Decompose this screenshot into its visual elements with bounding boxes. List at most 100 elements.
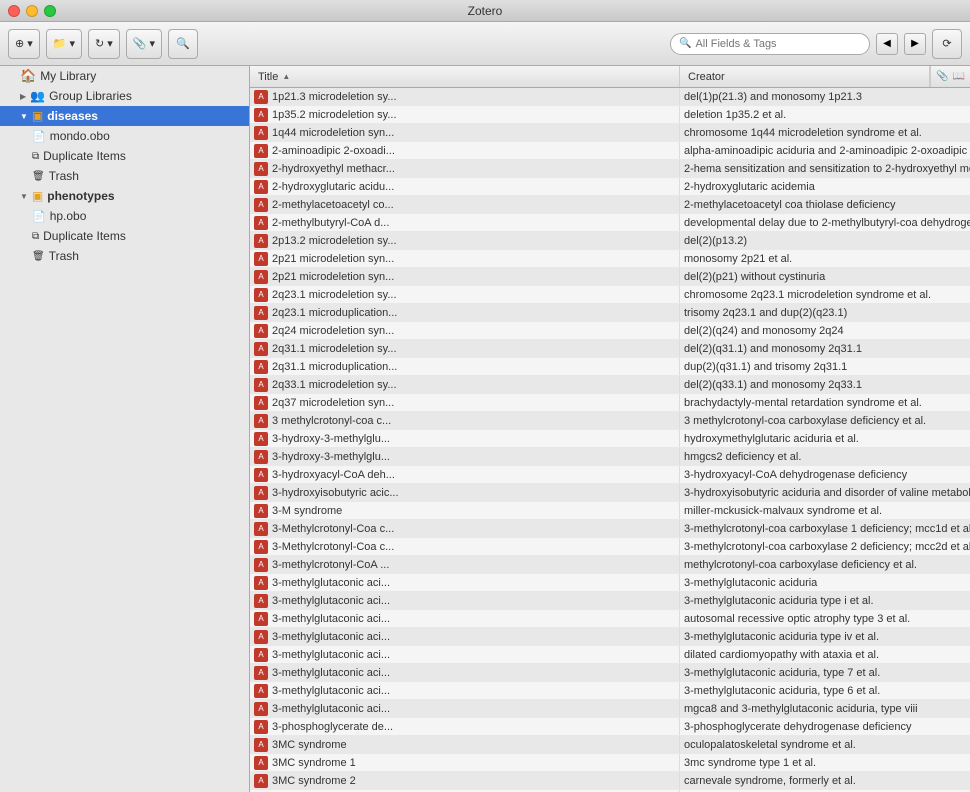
table-row[interactable]: A 3-methylglutaconic aci... 3-methylglut… (250, 592, 970, 610)
item-creator: oculopalatoskeletal syndrome et al. (684, 739, 856, 751)
item-creator: 3-methylglutaconic aciduria type i et al… (684, 595, 874, 607)
sync-button[interactable]: ↻ ▾ (88, 29, 120, 59)
table-row[interactable]: A 2q31.1 microdeletion sy... del(2)(q31.… (250, 340, 970, 358)
table-row[interactable]: A 3MC syndrome 2 carnevale syndrome, for… (250, 772, 970, 790)
new-item-button[interactable]: ⊕ ▾ (8, 29, 40, 59)
sidebar-item-trash-diseases[interactable]: 🗑 Trash (0, 166, 249, 186)
item-title: 3-methylglutaconic aci... (272, 703, 390, 715)
table-row[interactable]: A 3 methylcrotonyl-coa c... 3 methylcrot… (250, 412, 970, 430)
table-row[interactable]: A 3-methylglutaconic aci... mgca8 and 3-… (250, 700, 970, 718)
chevron-down-icon: ▾ (107, 37, 113, 50)
sidebar-item-mondo-obo[interactable]: 📄 mondo.obo (0, 126, 249, 146)
attach-button[interactable]: 📎 ▾ (126, 29, 162, 59)
table-row[interactable]: A 2p21 microdeletion syn... monosomy 2p2… (250, 250, 970, 268)
table-row[interactable]: A 3-methylglutaconic aci... 3-methylglut… (250, 628, 970, 646)
new-collection-button[interactable]: 📁 ▾ (46, 29, 82, 59)
title-cell: A 2q31.1 microdeletion sy... (250, 340, 680, 357)
table-row[interactable]: A 3-methylcrotonyl-CoA ... methylcrotony… (250, 556, 970, 574)
search-box[interactable]: 🔍 (670, 33, 870, 55)
item-type-icon: A (254, 774, 268, 788)
folder-icon: 📁 (53, 37, 67, 50)
creator-cell: 2-hema sensitization and sensitization t… (680, 160, 970, 177)
table-row[interactable]: A 3-methylglutaconic aci... 3-methylglut… (250, 664, 970, 682)
maximize-button[interactable] (44, 5, 56, 17)
sidebar-item-phenotypes[interactable]: ▼ ▣ phenotypes (0, 186, 249, 206)
item-creator: carnevale syndrome, formerly et al. (684, 775, 856, 787)
item-type-icon: A (254, 756, 268, 770)
table-row[interactable]: A 2q24 microdeletion syn... del(2)(q24) … (250, 322, 970, 340)
table-row[interactable]: A 2q37 microdeletion syn... brachydactyl… (250, 394, 970, 412)
title-cell: A 2-methylbutyryl-CoA d... (250, 214, 680, 231)
item-type-icon: A (254, 216, 268, 230)
close-button[interactable] (8, 5, 20, 17)
item-creator: hydroxymethylglutaric aciduria et al. (684, 433, 859, 445)
creator-column-header[interactable]: Creator (680, 66, 930, 87)
creator-cell: 2-hydroxyglutaric acidemia (680, 178, 970, 195)
table-row[interactable]: A 3-methylglutaconic aci... 3-methylglut… (250, 574, 970, 592)
item-title: 2p21 microdeletion syn... (272, 271, 394, 283)
locate-button[interactable]: 🔍 (168, 29, 198, 59)
sidebar-item-my-library[interactable]: 🏠 My Library (0, 66, 249, 86)
creator-cell: oculopalatoskeletal syndrome et al. (680, 736, 970, 753)
search-input[interactable] (695, 38, 835, 50)
item-title: 3-methylglutaconic aci... (272, 631, 390, 643)
items-table[interactable]: A 1p21.3 microdeletion sy... del(1)p(21.… (250, 88, 970, 792)
table-row[interactable]: A 1p35.2 microdeletion sy... deletion 1p… (250, 106, 970, 124)
table-row[interactable]: A 3-hydroxyacyl-CoA deh... 3-hydroxyacyl… (250, 466, 970, 484)
table-row[interactable]: A 2-methylbutyryl-CoA d... developmental… (250, 214, 970, 232)
table-row[interactable]: A 3-M syndrome miller-mckusick-malvaux s… (250, 502, 970, 520)
table-row[interactable]: A 2p13.2 microdeletion sy... del(2)(p13.… (250, 232, 970, 250)
sidebar-item-trash-phenotypes[interactable]: 🗑 Trash (0, 246, 249, 266)
item-creator: miller-mckusick-malvaux syndrome et al. (684, 505, 882, 517)
main-layout: 🏠 My Library ▶ 👥 Group Libraries ▼ ▣ dis… (0, 66, 970, 792)
locate-icon: 🔍 (176, 37, 190, 50)
table-row[interactable]: A 3-methylglutaconic aci... dilated card… (250, 646, 970, 664)
item-type-icon: A (254, 504, 268, 518)
title-cell: A 3-methylglutaconic aci... (250, 592, 680, 609)
table-row[interactable]: A 3-Methylcrotonyl-Coa c... 3-methylcrot… (250, 520, 970, 538)
sidebar-item-diseases[interactable]: ▼ ▣ diseases (0, 106, 249, 126)
item-creator: 3-hydroxyacyl-CoA dehydrogenase deficien… (684, 469, 907, 481)
title-cell: A 1p21.3 microdeletion sy... (250, 88, 680, 105)
table-row[interactable]: A 2q33.1 microdeletion sy... del(2)(q33.… (250, 376, 970, 394)
title-cell: A 3-hydroxyisobutyric acic... (250, 484, 680, 501)
table-row[interactable]: A 2q23.1 microdeletion sy... chromosome … (250, 286, 970, 304)
item-title: 2q24 microdeletion syn... (272, 325, 394, 337)
sidebar-item-hp-obo[interactable]: 📄 hp.obo (0, 206, 249, 226)
back-button[interactable]: ◀ (876, 33, 898, 55)
item-type-icon: A (254, 468, 268, 482)
table-row[interactable]: A 2-methylacetoacetyl co... 2-methylacet… (250, 196, 970, 214)
sidebar-item-group-libraries[interactable]: ▶ 👥 Group Libraries (0, 86, 249, 106)
table-row[interactable]: A 3MC syndrome 1 3mc syndrome type 1 et … (250, 754, 970, 772)
title-cell: A 3-Methylcrotonyl-Coa c... (250, 538, 680, 555)
table-row[interactable]: A 2p21 microdeletion syn... del(2)(p21) … (250, 268, 970, 286)
forward-button[interactable]: ▶ (904, 33, 926, 55)
item-type-icon: A (254, 90, 268, 104)
sidebar-item-duplicate-items-phenotypes[interactable]: ⧉ Duplicate Items (0, 226, 249, 246)
table-row[interactable]: A 2-hydroxyglutaric acidu... 2-hydroxygl… (250, 178, 970, 196)
refresh-button[interactable]: ⟳ (932, 29, 962, 59)
sidebar-item-duplicate-items-diseases[interactable]: ⧉ Duplicate Items (0, 146, 249, 166)
title-column-header[interactable]: Title ▲ (250, 66, 680, 87)
table-row[interactable]: A 1q44 microdeletion syn... chromosome 1… (250, 124, 970, 142)
title-cell: A 3-methylglutaconic aci... (250, 664, 680, 681)
creator-cell: 2-methylacetoacetyl coa thiolase deficie… (680, 196, 970, 213)
sort-arrow-icon: ▲ (282, 72, 290, 81)
table-row[interactable]: A 2-aminoadipic 2-oxoadi... alpha-aminoa… (250, 142, 970, 160)
table-row[interactable]: A 3-hydroxyisobutyric acic... 3-hydroxyi… (250, 484, 970, 502)
table-row[interactable]: A 3-hydroxy-3-methylglu... hmgcs2 defici… (250, 448, 970, 466)
table-row[interactable]: A 3-hydroxy-3-methylglu... hydroxymethyl… (250, 430, 970, 448)
creator-cell: monosomy 2p21 et al. (680, 250, 970, 267)
table-row[interactable]: A 3-methylglutaconic aci... autosomal re… (250, 610, 970, 628)
table-row[interactable]: A 3-phosphoglycerate de... 3-phosphoglyc… (250, 718, 970, 736)
creator-cell: 3-methylglutaconic aciduria type i et al… (680, 592, 970, 609)
table-row[interactable]: A 1p21.3 microdeletion sy... del(1)p(21.… (250, 88, 970, 106)
creator-cell: 3-phosphoglycerate dehydrogenase deficie… (680, 718, 970, 735)
table-row[interactable]: A 2q31.1 microduplication... dup(2)(q31.… (250, 358, 970, 376)
table-row[interactable]: A 3-Methylcrotonyl-Coa c... 3-methylcrot… (250, 538, 970, 556)
table-row[interactable]: A 2q23.1 microduplication... trisomy 2q2… (250, 304, 970, 322)
table-row[interactable]: A 2-hydroxyethyl methacr... 2-hema sensi… (250, 160, 970, 178)
table-row[interactable]: A 3-methylglutaconic aci... 3-methylglut… (250, 682, 970, 700)
table-row[interactable]: A 3MC syndrome oculopalatoskeletal syndr… (250, 736, 970, 754)
minimize-button[interactable] (26, 5, 38, 17)
